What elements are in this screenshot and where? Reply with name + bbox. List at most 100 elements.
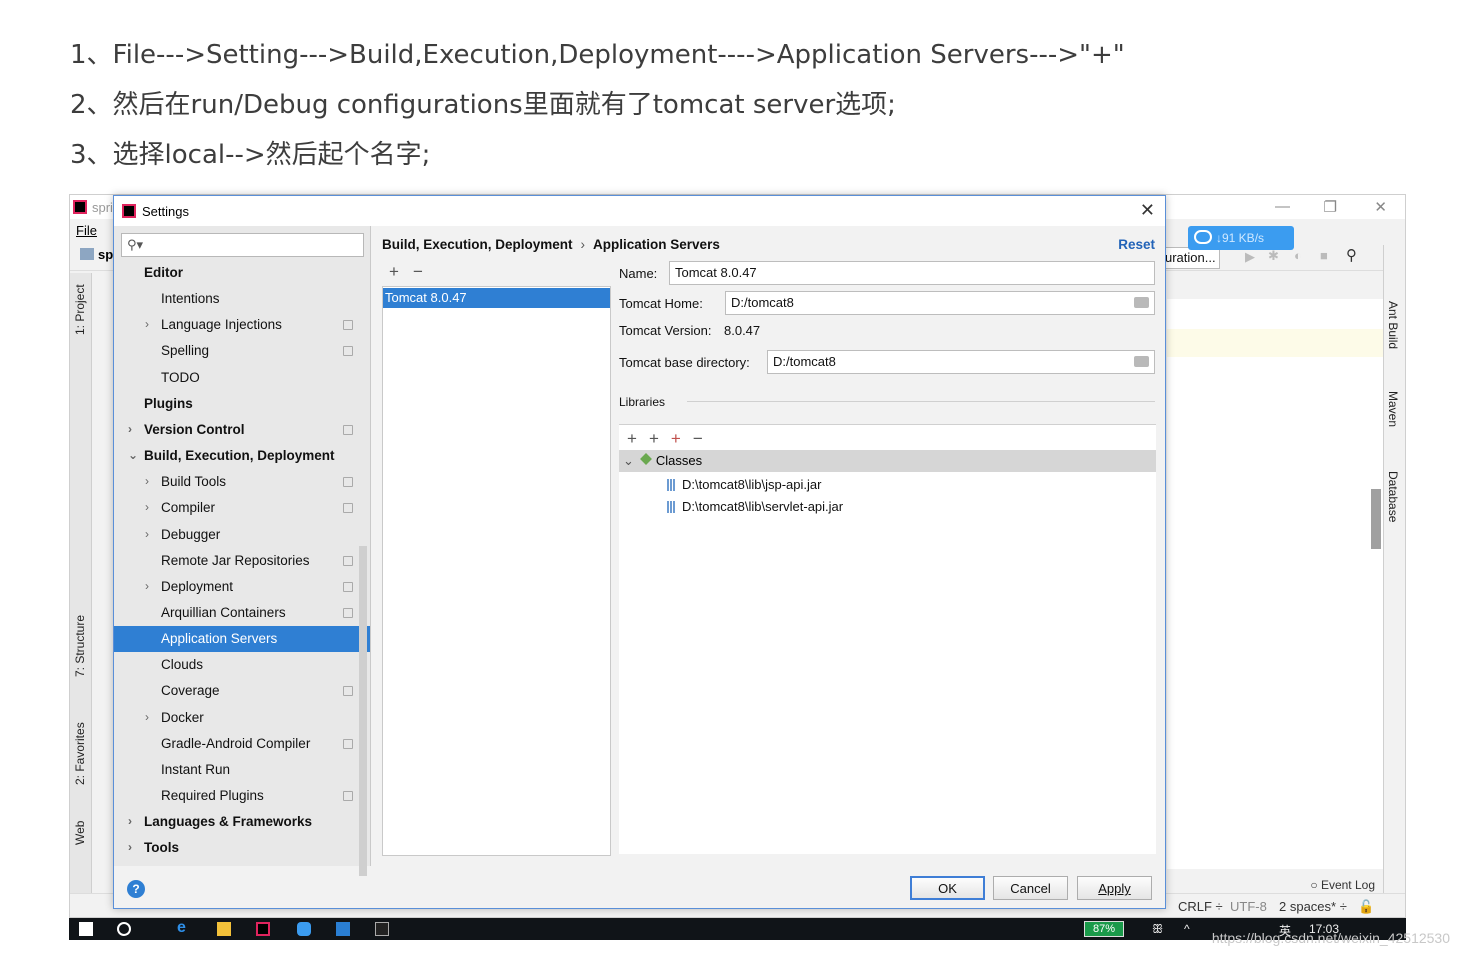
project-crumb[interactable]: sp: [98, 247, 113, 262]
tool-tab-project[interactable]: 1: Project: [73, 284, 87, 335]
classes-node[interactable]: ⌄ Classes: [619, 450, 1156, 472]
add-library-icon[interactable]: +: [627, 429, 637, 448]
name-field[interactable]: Tomcat 8.0.47: [669, 261, 1155, 285]
tool-tab-maven[interactable]: Maven: [1386, 391, 1400, 427]
tray-chevron-icon[interactable]: ^: [1184, 922, 1190, 936]
remove-server-icon[interactable]: −: [413, 262, 423, 281]
tree-node[interactable]: › Docker: [114, 705, 370, 731]
tree-node[interactable]: Spelling: [114, 338, 370, 364]
file-explorer-icon[interactable]: [217, 922, 231, 936]
tool-tab-favorites[interactable]: 2: Favorites: [73, 722, 87, 785]
add-server-icon[interactable]: +: [389, 262, 399, 281]
settings-search-input[interactable]: ⚲▾: [121, 233, 364, 257]
tree-node[interactable]: Gradle-Android Compiler: [114, 731, 370, 757]
help-icon[interactable]: ?: [127, 880, 145, 898]
chevron-right-icon[interactable]: ›: [145, 474, 149, 488]
tree-node[interactable]: › Language Injections: [114, 312, 370, 338]
tree-node-label: Build Tools: [161, 474, 227, 490]
tree-node[interactable]: › Languages & Frameworks: [114, 809, 370, 835]
chevron-down-icon[interactable]: ⌄: [128, 448, 138, 462]
tree-node[interactable]: › Tools: [114, 835, 370, 861]
breadcrumb-parent[interactable]: Build, Execution, Deployment: [382, 237, 573, 252]
tree-node[interactable]: TODO: [114, 365, 370, 391]
netdisk-icon[interactable]: [297, 922, 311, 936]
lock-icon[interactable]: 🔓: [1358, 899, 1374, 915]
cancel-button[interactable]: Cancel: [993, 876, 1068, 900]
tree-node[interactable]: ⌄ Build, Execution, Deployment: [114, 443, 370, 469]
window-close-icon[interactable]: ✕: [1374, 198, 1387, 216]
tree-scrollbar[interactable]: [359, 546, 367, 876]
tree-node[interactable]: › Build Tools: [114, 469, 370, 495]
chevron-right-icon[interactable]: ›: [145, 579, 149, 593]
coverage-icon[interactable]: ◐: [1294, 248, 1302, 263]
chevron-right-icon[interactable]: ›: [128, 422, 132, 436]
tomcat-version-value: 8.0.47: [724, 323, 761, 338]
tree-node[interactable]: › Compiler: [114, 495, 370, 521]
search-everywhere-icon[interactable]: ⚲: [1346, 246, 1357, 264]
chevron-down-icon[interactable]: ⌄: [623, 453, 634, 468]
tree-node[interactable]: › Version Control: [114, 417, 370, 443]
edge-icon[interactable]: e: [177, 919, 191, 936]
chevron-right-icon[interactable]: ›: [128, 814, 132, 828]
stop-icon[interactable]: ■: [1320, 248, 1328, 263]
people-icon[interactable]: ꕥ: [1152, 922, 1163, 937]
browse-folder-icon[interactable]: [1134, 356, 1149, 367]
jar-item[interactable]: D:\tomcat8\lib\jsp-api.jar: [667, 477, 821, 492]
tree-node[interactable]: › Debugger: [114, 522, 370, 548]
chevron-right-icon[interactable]: ›: [145, 500, 149, 514]
tomcat-base-field[interactable]: D:/tomcat8: [767, 350, 1155, 374]
editor-scrollbar[interactable]: [1371, 489, 1381, 549]
terminal-icon[interactable]: [375, 922, 389, 936]
debug-icon[interactable]: ✱: [1268, 248, 1279, 264]
tree-node[interactable]: Clouds: [114, 652, 370, 678]
restore-icon[interactable]: ❐: [1324, 198, 1337, 216]
tree-node[interactable]: Editor: [114, 260, 370, 286]
minimize-icon[interactable]: —: [1275, 198, 1290, 215]
intellij-taskbar-icon[interactable]: [256, 922, 270, 936]
tool-tab-web[interactable]: Web: [73, 821, 87, 845]
file-encoding[interactable]: UTF-8: [1230, 899, 1267, 914]
project-scope-icon: [343, 581, 353, 592]
jar-item[interactable]: D:\tomcat8\lib\servlet-api.jar: [667, 499, 843, 514]
tree-node[interactable]: Remote Jar Repositories: [114, 548, 370, 574]
tree-node[interactable]: Required Plugins: [114, 783, 370, 809]
line-separator[interactable]: CRLF ÷: [1178, 899, 1223, 914]
indent-setting[interactable]: 2 spaces* ÷: [1279, 899, 1347, 914]
reset-link[interactable]: Reset: [1118, 237, 1155, 252]
add-url-icon[interactable]: +: [671, 429, 681, 448]
chevron-right-icon[interactable]: ›: [128, 840, 132, 854]
browse-folder-icon[interactable]: [1134, 297, 1149, 308]
libraries-panel: + + + − ⌄ Classes D:\tomcat8\lib\jsp-api.jar…: [619, 424, 1156, 854]
chevron-right-icon[interactable]: ›: [145, 710, 149, 724]
tomcat-home-field[interactable]: D:/tomcat8: [725, 291, 1155, 315]
tool-tab-ant-build[interactable]: Ant Build: [1386, 301, 1400, 349]
tree-node-label: Tools: [144, 840, 179, 856]
tree-node[interactable]: › Deployment: [114, 574, 370, 600]
ok-button[interactable]: OK: [910, 876, 985, 900]
run-icon[interactable]: ▶: [1245, 249, 1255, 265]
editor-area: [1167, 299, 1383, 869]
tree-node[interactable]: Coverage: [114, 678, 370, 704]
event-log[interactable]: ○ Event Log: [1310, 878, 1375, 892]
search-icon[interactable]: [117, 922, 131, 936]
tree-node[interactable]: Intentions: [114, 286, 370, 312]
tree-node[interactable]: Instant Run: [114, 757, 370, 783]
apply-button[interactable]: Apply: [1077, 876, 1152, 900]
battery-indicator[interactable]: 87%: [1084, 921, 1124, 937]
chevron-right-icon[interactable]: ›: [145, 317, 149, 331]
app-icon[interactable]: [336, 922, 350, 936]
tool-tab-structure[interactable]: 7: Structure: [73, 615, 87, 677]
tree-node[interactable]: Arquillian Containers: [114, 600, 370, 626]
tree-node[interactable]: Plugins: [114, 391, 370, 417]
chevron-right-icon[interactable]: ›: [145, 527, 149, 541]
tomcat-base-value: D:/tomcat8: [773, 354, 836, 369]
windows-start-icon[interactable]: [79, 922, 93, 936]
add-jar-icon[interactable]: +: [649, 429, 659, 448]
menu-file[interactable]: File: [76, 223, 97, 238]
close-icon[interactable]: ✕: [1140, 200, 1155, 221]
run-config-select[interactable]: uration...: [1160, 247, 1220, 269]
remove-library-icon[interactable]: −: [693, 429, 703, 448]
server-list-item[interactable]: Tomcat 8.0.47: [383, 288, 610, 308]
tree-node[interactable]: Application Servers: [114, 626, 370, 653]
tool-tab-database[interactable]: Database: [1386, 471, 1400, 522]
